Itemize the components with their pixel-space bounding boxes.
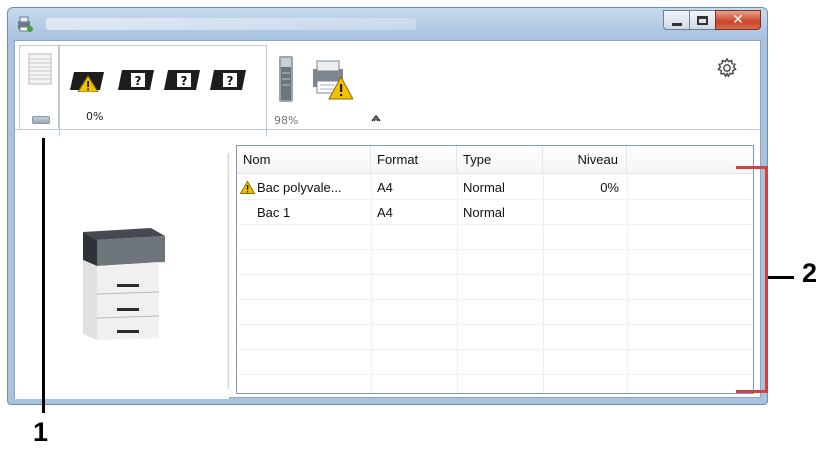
- callout-2-number: 2: [802, 258, 818, 288]
- cell-format: A4: [377, 180, 393, 195]
- table-row-empty: [237, 350, 753, 375]
- window-title: [46, 18, 416, 30]
- svg-text:?: ?: [135, 74, 142, 88]
- table-row-empty: [237, 225, 753, 250]
- svg-text:?: ?: [181, 74, 188, 88]
- warning-icon: [240, 181, 255, 194]
- cell-name: Bac polyvale...: [237, 175, 371, 200]
- table-row-empty: [237, 275, 753, 300]
- table-header: Nom Format Type Niveau: [237, 146, 753, 174]
- cell-name: Bac 1: [257, 205, 291, 220]
- tray-indicator-icon: [32, 116, 50, 124]
- paper-tray-table: Nom Format Type Niveau Bac polyvale... A…: [236, 145, 754, 394]
- printer-app-icon: [18, 16, 33, 32]
- cell-type: Normal: [463, 180, 505, 195]
- callout-2-line: [768, 276, 794, 279]
- table-row[interactable]: Bac 1 A4 Normal: [237, 200, 753, 225]
- waste-toner-level-value: 98%: [274, 114, 299, 127]
- callout-2-bracket: [736, 166, 768, 393]
- waste-toner-box-icon[interactable]: [277, 55, 295, 105]
- svg-text:?: ?: [227, 74, 234, 88]
- minimize-button[interactable]: [663, 10, 689, 30]
- table-row[interactable]: Bac polyvale... A4 Normal 0%: [237, 175, 753, 200]
- title-bar[interactable]: ✕: [8, 8, 767, 40]
- minimize-icon: [672, 23, 682, 26]
- toner-level-value: 0%: [86, 110, 104, 123]
- column-header-level[interactable]: Niveau: [543, 146, 627, 174]
- table-row-empty: [237, 250, 753, 275]
- column-header-type[interactable]: Type: [457, 146, 543, 174]
- close-button[interactable]: ✕: [715, 10, 761, 30]
- settings-gear-icon[interactable]: [716, 57, 738, 79]
- table-row-empty: [237, 300, 753, 325]
- cell-level: [543, 200, 627, 225]
- cell-level: 0%: [600, 180, 619, 195]
- tab-paper-tray[interactable]: [19, 45, 59, 129]
- maximize-button[interactable]: [689, 10, 715, 30]
- table-row-empty: [237, 325, 753, 350]
- toner-unknown-icon: ?: [210, 70, 246, 90]
- callout-1-line: [42, 138, 45, 413]
- printer-warning-icon[interactable]: [309, 57, 353, 101]
- cell-name-text: Bac polyvale...: [257, 180, 342, 195]
- cell-type: Normal: [463, 205, 505, 220]
- window-controls: ✕: [663, 10, 761, 30]
- pane-splitter[interactable]: [227, 153, 229, 389]
- toner-black-warning-icon: [70, 72, 104, 92]
- toner-unknown-icon: ?: [118, 70, 154, 90]
- table-row-empty: [237, 375, 753, 393]
- column-header-format[interactable]: Format: [371, 146, 457, 174]
- column-header-name[interactable]: Nom: [237, 146, 371, 174]
- cell-format: A4: [377, 205, 393, 220]
- status-toolbar: ? ? ? 0% 98%: [15, 41, 760, 137]
- callout-1-number: 1: [33, 417, 49, 447]
- paper-stack-icon: [28, 53, 52, 85]
- toner-unknown-icon: ?: [164, 70, 200, 90]
- collapse-chevron-icon[interactable]: [369, 111, 383, 125]
- printer-illustration: [83, 228, 165, 340]
- maximize-icon: [697, 16, 708, 25]
- toolbar-divider: [15, 129, 760, 130]
- tab-toner[interactable]: ? ? ? 0%: [59, 45, 267, 137]
- close-icon: ✕: [732, 12, 744, 28]
